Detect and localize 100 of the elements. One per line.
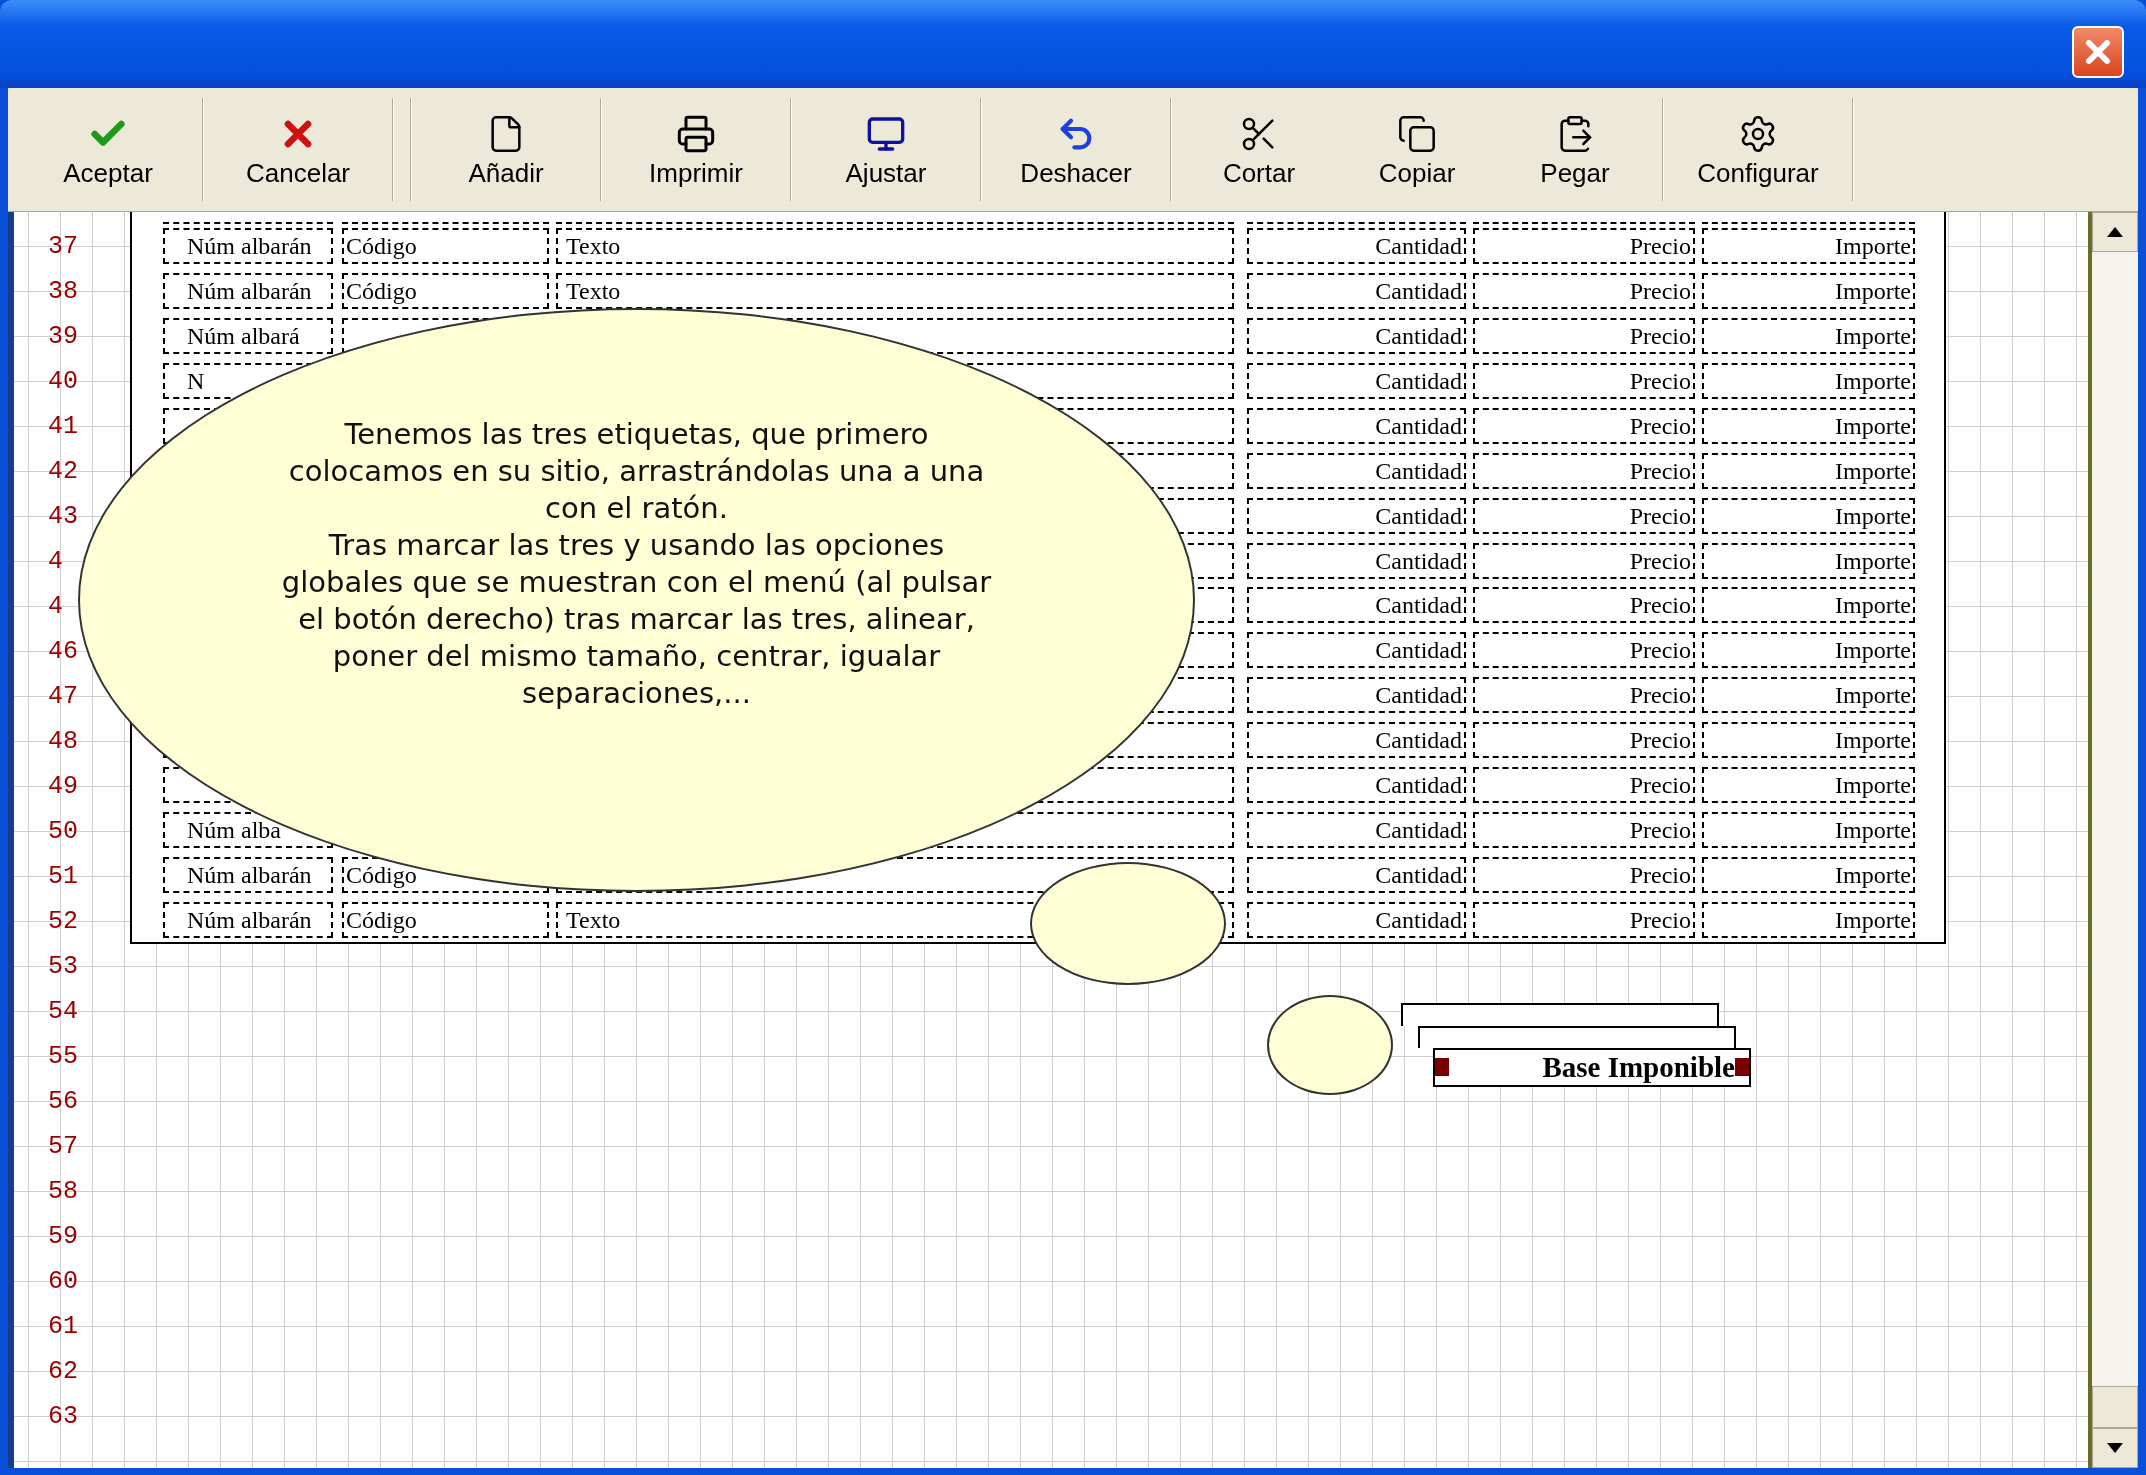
report-field: Cantidad — [1375, 817, 1462, 842]
report-field: Importe — [1835, 593, 1911, 618]
toolbar-button[interactable]: Configurar — [1672, 88, 1844, 211]
close-button[interactable] — [2072, 26, 2124, 78]
toolbar-button[interactable]: Añadir — [420, 88, 592, 211]
report-field: Cantidad — [1375, 638, 1462, 663]
scroll-down-button[interactable] — [2092, 1428, 2138, 1468]
report-field: Cantidad — [1375, 324, 1462, 349]
toolbar-button[interactable]: Cancelar — [212, 88, 384, 211]
report-field: Precio — [1629, 817, 1691, 842]
row-number: 47 — [48, 684, 78, 709]
report-field: Importe — [1835, 728, 1911, 753]
row-number: 43 — [48, 504, 78, 529]
report-field: Precio — [1629, 638, 1691, 663]
report-field: Importe — [1835, 638, 1911, 663]
report-field: Núm albarán — [187, 907, 312, 932]
row-number: 38 — [48, 279, 78, 304]
note-text: Tenemos las tres etiquetas, que primero colocamos en su sitio, arrastrándolas una a una con el ratón. — [287, 416, 986, 527]
report-field: Núm albarán — [187, 279, 312, 304]
report-field: Precio — [1629, 369, 1691, 394]
report-field: Cantidad — [1375, 369, 1462, 394]
row-number: 56 — [48, 1089, 78, 1114]
toolbar-button[interactable]: Copiar — [1338, 88, 1496, 211]
scroll-up-button[interactable] — [2092, 212, 2138, 252]
row-number: 4 — [48, 549, 63, 574]
toolbar-button[interactable]: Deshacer — [990, 88, 1162, 211]
report-field: Código — [346, 907, 417, 932]
row-number: 48 — [48, 729, 78, 754]
report-field: Precio — [1629, 234, 1691, 259]
report-field: Precio — [1629, 458, 1691, 483]
toolbar-button[interactable]: Pegar — [1496, 88, 1654, 211]
toolbar-button[interactable]: Cortar — [1180, 88, 1338, 211]
row-number: 42 — [48, 459, 78, 484]
row-number: 59 — [48, 1224, 78, 1249]
report-field: Importe — [1835, 772, 1911, 797]
row-number: 60 — [48, 1269, 78, 1294]
toolbar-button[interactable]: Aceptar — [22, 88, 194, 211]
field-label[interactable]: Base Imponible — [1433, 1048, 1751, 1087]
scroll-thumb[interactable] — [2092, 1386, 2138, 1428]
report-field: Importe — [1835, 458, 1911, 483]
report-field: Núm albará — [187, 324, 300, 349]
row-number: 61 — [48, 1314, 78, 1339]
row-number: 46 — [48, 639, 78, 664]
selection-handle[interactable] — [1435, 1058, 1449, 1076]
report-field: Cantidad — [1375, 907, 1462, 932]
report-field: Precio — [1629, 503, 1691, 528]
note-text: Tras marcar las tres y usando las opciones globales que se muestran con el menú (al pulsar el botón derecho) tras marcar las tres, alinear, poner del mismo tamaño, centrar, igualar separaciones,... — [280, 527, 993, 712]
scrollbar[interactable] — [2088, 212, 2138, 1468]
report-field: Importe — [1835, 817, 1911, 842]
field-label[interactable] — [1418, 1026, 1736, 1048]
report-field: Precio — [1629, 728, 1691, 753]
report-field: N — [187, 369, 205, 394]
row-number: 57 — [48, 1134, 78, 1159]
report-field: Cantidad — [1375, 234, 1462, 259]
report-field: Importe — [1835, 548, 1911, 573]
row-number: 62 — [48, 1359, 78, 1384]
report-field: Núm albarán — [187, 862, 312, 887]
report-field: Núm albarán — [187, 234, 312, 259]
report-field: Precio — [1629, 907, 1691, 932]
row-number: 58 — [48, 1179, 78, 1204]
down-arrow-icon — [2107, 1443, 2123, 1453]
row-number: 4 — [48, 594, 63, 619]
row-number: 63 — [48, 1404, 78, 1429]
printer-icon — [676, 113, 716, 154]
row-number: 40 — [48, 369, 78, 394]
field-label[interactable] — [1401, 1003, 1719, 1026]
row-number: 41 — [48, 414, 78, 439]
report-field: Precio — [1629, 413, 1691, 438]
report-field: Precio — [1629, 862, 1691, 887]
report-field: Cantidad — [1375, 772, 1462, 797]
report-field: Precio — [1629, 548, 1691, 573]
report-field: Precio — [1629, 593, 1691, 618]
report-field: Importe — [1835, 683, 1911, 708]
report-field: Código — [346, 234, 417, 259]
report-field: Importe — [1835, 862, 1911, 887]
row-number: 49 — [48, 774, 78, 799]
row-number: 50 — [48, 819, 78, 844]
row-number: 53 — [48, 954, 78, 979]
report-field: Código — [346, 279, 417, 304]
row-number: 39 — [48, 324, 78, 349]
toolbar-button[interactable]: Ajustar — [800, 88, 972, 211]
row-number: 55 — [48, 1044, 78, 1069]
row-number: 52 — [48, 909, 78, 934]
report-field: Cantidad — [1375, 548, 1462, 573]
selection-handle[interactable] — [1735, 1058, 1749, 1076]
report-field: Importe — [1835, 279, 1911, 304]
report-field: Importe — [1835, 234, 1911, 259]
toolbar-button[interactable]: Imprimir — [610, 88, 782, 211]
label-text: Base Imponible — [1542, 1049, 1735, 1085]
report-field: Núm alba — [187, 817, 281, 842]
report-field: Importe — [1835, 324, 1911, 349]
report-field: Precio — [1629, 279, 1691, 304]
up-arrow-icon — [2107, 227, 2123, 237]
row-number: 37 — [48, 234, 78, 259]
report-field: Cantidad — [1375, 503, 1462, 528]
report-field: Precio — [1629, 683, 1691, 708]
report-field: Cantidad — [1375, 683, 1462, 708]
report-field: Cantidad — [1375, 458, 1462, 483]
copy-icon — [1397, 113, 1437, 154]
row-number: 51 — [48, 864, 78, 889]
